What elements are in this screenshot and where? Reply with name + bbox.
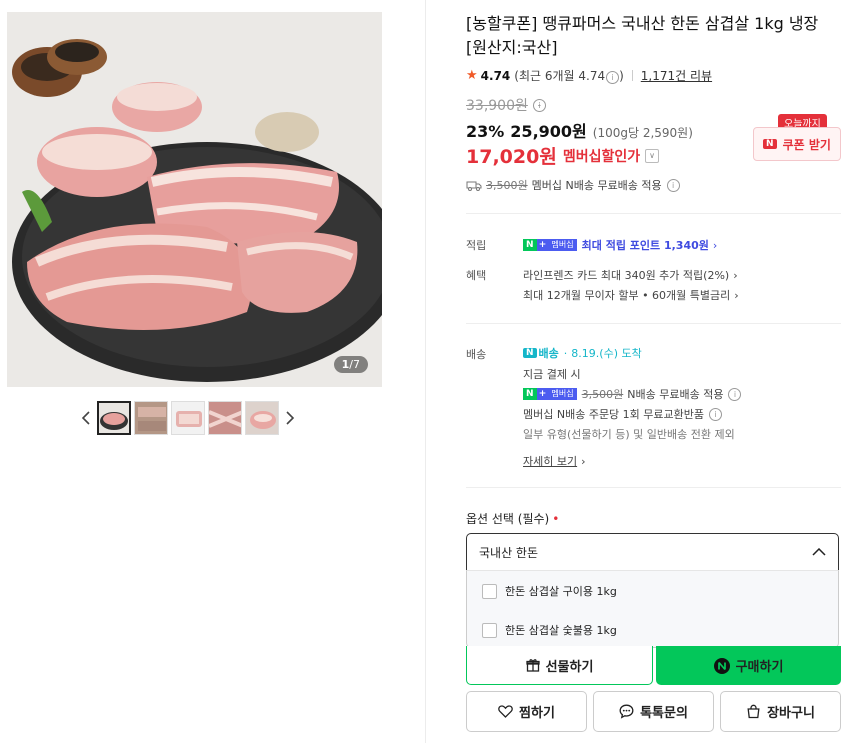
star-icon: ★ bbox=[466, 68, 478, 83]
sale-price-row: 23% 25,900원 (100g당 2,590원) bbox=[466, 118, 693, 142]
thumbnail-3[interactable] bbox=[171, 401, 205, 435]
thumbnail-5[interactable] bbox=[245, 401, 279, 435]
points-label: 적립 bbox=[466, 239, 487, 252]
option-dropdown: 한돈 삼겹살 구이용 1kg 한돈 삼겹살 숯불용 1kg bbox=[466, 570, 839, 648]
thumbnail-strip bbox=[78, 400, 298, 436]
delivery-note: 일부 유형(선물하기 등) 및 일반배송 전환 제외 bbox=[523, 428, 735, 441]
option-select[interactable]: 국내산 한돈 bbox=[466, 533, 839, 571]
option-item-2[interactable]: 한돈 삼겹살 숯불용 1kg bbox=[482, 620, 617, 640]
option-title: 옵션 선택 (필수) • bbox=[466, 512, 560, 526]
talktalk-inquiry-button[interactable]: 톡톡문의 bbox=[593, 691, 714, 732]
member-price: 17,020원 bbox=[466, 146, 557, 168]
divider bbox=[466, 213, 841, 214]
wishlist-button[interactable]: 찜하기 bbox=[466, 691, 587, 732]
image-counter: 1/7 bbox=[333, 356, 368, 373]
chevron-right-icon: › bbox=[581, 454, 586, 468]
chevron-right-icon: › bbox=[733, 268, 738, 282]
sale-price: 25,900원 bbox=[510, 122, 587, 141]
chat-icon bbox=[619, 704, 634, 719]
delivery-exchange: 멤버십 N배송 주문당 1회 무료교환반품 i bbox=[523, 406, 723, 422]
product-main-image[interactable]: 1/7 bbox=[7, 12, 382, 387]
product-title: [농할쿠폰] 땡큐파머스 국내산 한돈 삼겹살 1kg 냉장 [원산지:국산] bbox=[466, 14, 819, 57]
divider bbox=[466, 323, 841, 324]
chevron-right-icon: › bbox=[712, 238, 718, 252]
divider bbox=[466, 487, 841, 488]
delivery-pay-now: 지금 결제 시 bbox=[523, 368, 581, 381]
thumbnail-1[interactable] bbox=[97, 401, 131, 435]
info-icon: i bbox=[606, 71, 620, 84]
buy-button[interactable]: 구매하기 bbox=[656, 646, 841, 685]
benefit-installment[interactable]: 최대 12개월 무이자 할부 • 60개월 특별금리 › bbox=[523, 287, 739, 303]
info-icon[interactable]: i bbox=[532, 98, 546, 112]
pork-belly-photo bbox=[7, 12, 382, 387]
thumbnail-2[interactable] bbox=[134, 401, 168, 435]
separator bbox=[631, 70, 633, 81]
n-delivery-badge: N 배송 bbox=[523, 345, 559, 361]
chevron-right-icon: › bbox=[734, 288, 739, 302]
naver-n-icon bbox=[713, 657, 730, 674]
info-icon[interactable]: i bbox=[728, 387, 742, 401]
info-icon[interactable]: i bbox=[709, 407, 723, 421]
member-price-label: 멤버십할인가 bbox=[562, 148, 641, 165]
delivery-more-link[interactable]: 자세히 보기 › bbox=[523, 453, 586, 469]
option-item-1[interactable]: 한돈 삼겹살 구이용 1kg bbox=[482, 581, 617, 601]
shopping-bag-icon bbox=[747, 704, 760, 719]
heart-icon bbox=[498, 705, 513, 718]
checkbox[interactable] bbox=[482, 583, 497, 599]
chevron-up-icon bbox=[812, 548, 826, 556]
column-divider bbox=[425, 0, 426, 743]
unit-price: (100g당 2,590원) bbox=[592, 126, 693, 140]
delivery-label: 배송 bbox=[466, 348, 487, 361]
gallery: 1/7 bbox=[0, 0, 425, 743]
info-icon[interactable]: i bbox=[666, 178, 680, 192]
naver-n-icon: N bbox=[763, 139, 777, 149]
delivery-arrival: N 배송 · 8.19.(수) 도착 bbox=[523, 345, 642, 361]
truck-icon bbox=[466, 181, 482, 191]
review-count-link[interactable]: 1,171건 리뷰 bbox=[641, 67, 712, 84]
points-row[interactable]: N + 멤버십 최대 적립 포인트 1,340원 › bbox=[523, 237, 717, 253]
member-price-row[interactable]: 17,020원 멤버십할인가 ∨ bbox=[466, 142, 660, 169]
discount-percent: 23% bbox=[466, 122, 505, 141]
coupon-button[interactable]: N 쿠폰 받기 bbox=[753, 127, 841, 161]
naver-membership-badge: N + 멤버십 bbox=[523, 239, 577, 251]
benefit-card[interactable]: 라인프렌즈 카드 최대 340원 추가 적립(2%) › bbox=[523, 267, 738, 283]
rating-score: 4.74 bbox=[480, 68, 511, 83]
gift-button[interactable]: 선물하기 bbox=[466, 646, 653, 685]
next-arrow-icon[interactable] bbox=[282, 401, 298, 435]
naver-n-icon: N bbox=[523, 348, 537, 358]
original-price: 33,900원 i bbox=[466, 95, 546, 115]
checkbox[interactable] bbox=[482, 622, 497, 638]
shipping-info: 3,500원 멤버십 N배송 무료배송 적용 i bbox=[466, 177, 680, 193]
gift-icon bbox=[525, 659, 540, 672]
delivery-free: N + 멤버십 3,500원 N배송 무료배송 적용 i bbox=[523, 386, 742, 402]
naver-membership-badge: N + 멤버십 bbox=[523, 388, 577, 400]
benefit-label: 혜택 bbox=[466, 269, 487, 282]
cart-button[interactable]: 장바구니 bbox=[720, 691, 841, 732]
thumbnail-4[interactable] bbox=[208, 401, 242, 435]
recent-rating: (최근 6개월 4.74 i) bbox=[514, 69, 624, 84]
chevron-down-icon[interactable]: ∨ bbox=[645, 148, 660, 163]
prev-arrow-icon[interactable] bbox=[78, 401, 94, 435]
rating-row: ★ 4.74 (최근 6개월 4.74 i) 1,171건 리뷰 bbox=[466, 67, 712, 84]
